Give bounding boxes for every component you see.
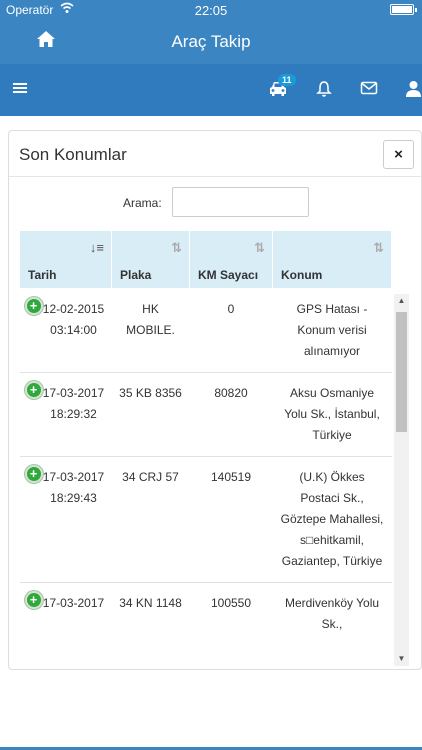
date-cell: + 17-03-2017: [19, 582, 112, 645]
close-button[interactable]: ×: [383, 140, 414, 169]
notification-badge: 11: [278, 74, 296, 86]
sort-icon: ⇅: [171, 240, 182, 255]
column-header-label: Plaka: [120, 268, 152, 282]
search-input[interactable]: [172, 187, 309, 217]
table-row: + 12-02-2015 03:14:00 HK MOBILE. 0 GPS H…: [19, 288, 392, 373]
sort-icon: ⇅: [254, 240, 265, 255]
sort-icon: ⇅: [373, 240, 384, 255]
table-row: + 17-03-2017 18:29:43 34 CRJ 57 140519 (…: [19, 456, 392, 583]
search-label: Arama:: [123, 196, 162, 210]
panel-title: Son Konumlar: [19, 145, 127, 164]
expand-row-icon[interactable]: +: [24, 465, 43, 483]
location-cell: Aksu Osmaniye Yolu Sk., İstanbul, Türkiy…: [272, 372, 392, 457]
date-cell: + 17-03-2017 18:29:43: [19, 456, 112, 583]
location-cell: (U.K) Ökkes Postaci Sk., Göztepe Mahalle…: [272, 456, 392, 583]
table-scrollbar[interactable]: ▲ ▼: [394, 294, 409, 666]
locations-table-wrapper: ↓≡ Tarih ⇅ Plaka ⇅ KM Sayacı ⇅ Konum + 1…: [19, 230, 409, 666]
expand-row-icon[interactable]: +: [24, 591, 43, 609]
panel-header: Son Konumlar ×: [9, 131, 422, 177]
title-bar: Araç Takip: [0, 20, 422, 64]
km-cell: 80820: [189, 372, 273, 457]
date-value: 17-03-2017 18:29:43: [42, 470, 105, 505]
date-value: 12-02-2015 03:14:00: [42, 302, 105, 337]
column-header-label: Tarih: [28, 268, 57, 282]
plate-cell: HK MOBILE.: [111, 288, 190, 373]
menu-icon[interactable]: [12, 80, 28, 101]
clock: 22:05: [194, 3, 228, 18]
plate-cell: 35 KB 8356: [111, 372, 190, 457]
plate-cell: 34 CRJ 57: [111, 456, 190, 583]
column-header-location[interactable]: ⇅ Konum: [272, 230, 392, 289]
locations-table: ↓≡ Tarih ⇅ Plaka ⇅ KM Sayacı ⇅ Konum + 1…: [19, 230, 392, 645]
location-cell: Merdivenköy Yolu Sk.,: [272, 582, 392, 645]
km-cell: 0: [189, 288, 273, 373]
sort-desc-icon: ↓≡: [89, 240, 104, 255]
km-cell: 100550: [189, 582, 273, 645]
plate-cell: 34 KN 1148: [111, 582, 190, 645]
user-icon[interactable]: [405, 80, 422, 102]
date-cell: + 17-03-2017 18:29:32: [19, 372, 112, 457]
expand-row-icon[interactable]: +: [24, 381, 43, 399]
date-value: 17-03-2017 18:29:32: [42, 386, 105, 421]
mail-icon[interactable]: [360, 80, 378, 101]
column-header-label: KM Sayacı: [198, 268, 259, 282]
scrollbar-thumb[interactable]: [396, 312, 407, 432]
column-header-km[interactable]: ⇅ KM Sayacı: [189, 230, 273, 289]
column-header-plate[interactable]: ⇅ Plaka: [111, 230, 190, 289]
column-header-label: Konum: [281, 268, 323, 282]
date-value: 17-03-2017: [42, 596, 105, 610]
battery-icon: [390, 4, 417, 15]
status-bar: Operatör 22:05: [0, 0, 422, 20]
expand-row-icon[interactable]: +: [24, 297, 43, 315]
page-title: Araç Takip: [171, 32, 251, 51]
table-row: + 17-03-2017 18:29:32 35 KB 8356 80820 A…: [19, 372, 392, 457]
date-cell: + 12-02-2015 03:14:00: [19, 288, 112, 373]
table-header-row: ↓≡ Tarih ⇅ Plaka ⇅ KM Sayacı ⇅ Konum: [19, 230, 392, 289]
recent-locations-panel: Son Konumlar × Arama: ↓≡ Tarih ⇅ Plaka ⇅: [8, 130, 422, 670]
km-cell: 140519: [189, 456, 273, 583]
column-header-date[interactable]: ↓≡ Tarih: [19, 230, 112, 289]
table-row: + 17-03-2017 34 KN 1148 100550 Merdivenk…: [19, 582, 392, 645]
scroll-down-icon[interactable]: ▼: [394, 652, 409, 666]
bell-icon[interactable]: [316, 80, 332, 103]
location-cell: GPS Hatası - Konum verisi alınamıyor: [272, 288, 392, 373]
scroll-up-icon[interactable]: ▲: [394, 294, 409, 308]
nav-bar: 11: [0, 64, 422, 116]
